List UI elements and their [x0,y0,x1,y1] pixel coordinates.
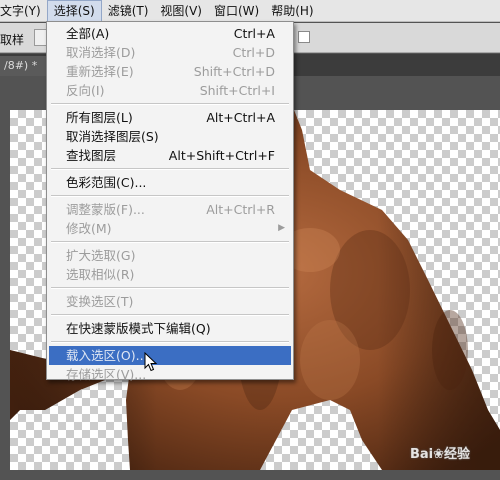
menu-separator [47,238,293,246]
menu-item-all[interactable]: 全部(A) Ctrl+A [47,24,293,43]
document-tab-title: /8#) * [4,59,38,72]
menu-item-label: 取消选择图层(S) [66,129,159,144]
menu-separator [47,284,293,292]
menu-item-label: 在快速蒙版模式下编辑(Q) [66,321,211,336]
menu-separator [47,338,293,346]
menu-help[interactable]: 帮助(H) [265,0,319,22]
menu-select[interactable]: 选择(S) [46,0,102,22]
menu-item-label: 全部(A) [66,26,110,41]
menu-separator [47,311,293,319]
select-menu: 全部(A) Ctrl+A 取消选择(D) Ctrl+D 重新选择(E) Shif… [46,21,294,382]
menu-separator [47,165,293,173]
options-checkbox[interactable] [298,31,310,43]
menu-item-shortcut: Alt+Ctrl+A [206,110,275,125]
menu-item-save-selection: 存储选区(V)... [47,365,293,384]
menu-item-label: 选取相似(R) [66,267,135,282]
menu-separator [47,192,293,200]
mouse-pointer-icon [144,352,158,372]
menu-item-shortcut: Ctrl+D [232,45,275,60]
menu-item-shortcut: Shift+Ctrl+I [199,83,275,98]
submenu-arrow-icon: ▶ [278,223,285,233]
menu-item-label: 色彩范围(C)... [66,175,147,190]
menu-separator [47,100,293,108]
menu-filter[interactable]: 滤镜(T) [102,0,155,22]
menu-item-label: 存储选区(V)... [66,367,147,382]
menu-bar: 文字(Y) 选择(S) 滤镜(T) 视图(V) 窗口(W) 帮助(H) [0,0,500,22]
menu-item-shortcut: Alt+Shift+Ctrl+F [168,148,275,163]
menu-item-label: 变换选区(T) [66,294,134,309]
menu-item-shortcut: Alt+Ctrl+R [206,202,275,217]
menu-item-label: 重新选择(E) [66,64,134,79]
menu-item-label: 载入选区(O)... [66,348,148,363]
menu-item-deselect: 取消选择(D) Ctrl+D [47,43,293,62]
menu-type[interactable]: 文字(Y) [0,0,47,22]
menu-item-inverse: 反向(I) Shift+Ctrl+I [47,81,293,100]
menu-item-shortcut: Shift+Ctrl+D [193,64,275,79]
watermark-logo: Bai❀经验 [409,447,470,462]
menu-item-label: 反向(I) [66,83,105,98]
menu-item-refine-mask: 调整蒙版(F)... Alt+Ctrl+R [47,200,293,219]
menu-item-find-layers[interactable]: 查找图层 Alt+Shift+Ctrl+F [47,146,293,165]
menu-item-all-layers[interactable]: 所有图层(L) Alt+Ctrl+A [47,108,293,127]
menu-item-modify: 修改(M) ▶ [47,219,293,238]
menu-item-color-range[interactable]: 色彩范围(C)... [47,173,293,192]
menu-item-deselect-layers[interactable]: 取消选择图层(S) [47,127,293,146]
sample-label: 取样 [0,33,25,47]
menu-item-label: 修改(M) [66,221,112,236]
menu-item-load-selection[interactable]: 载入选区(O)... [49,346,291,365]
menu-item-shortcut: Ctrl+A [233,26,275,41]
menu-item-label: 调整蒙版(F)... [66,202,145,217]
menu-item-similar: 选取相似(R) [47,265,293,284]
menu-item-grow: 扩大选取(G) [47,246,293,265]
menu-window[interactable]: 窗口(W) [208,0,265,22]
menu-item-label: 取消选择(D) [66,45,136,60]
menu-item-quick-mask[interactable]: 在快速蒙版模式下编辑(Q) [47,319,293,338]
menu-item-label: 扩大选取(G) [66,248,136,263]
menu-item-label: 查找图层 [66,148,117,163]
menu-item-reselect: 重新选择(E) Shift+Ctrl+D [47,62,293,81]
menu-item-label: 所有图层(L) [66,110,133,125]
menu-view[interactable]: 视图(V) [154,0,208,22]
menu-item-transform-selection: 变换选区(T) [47,292,293,311]
